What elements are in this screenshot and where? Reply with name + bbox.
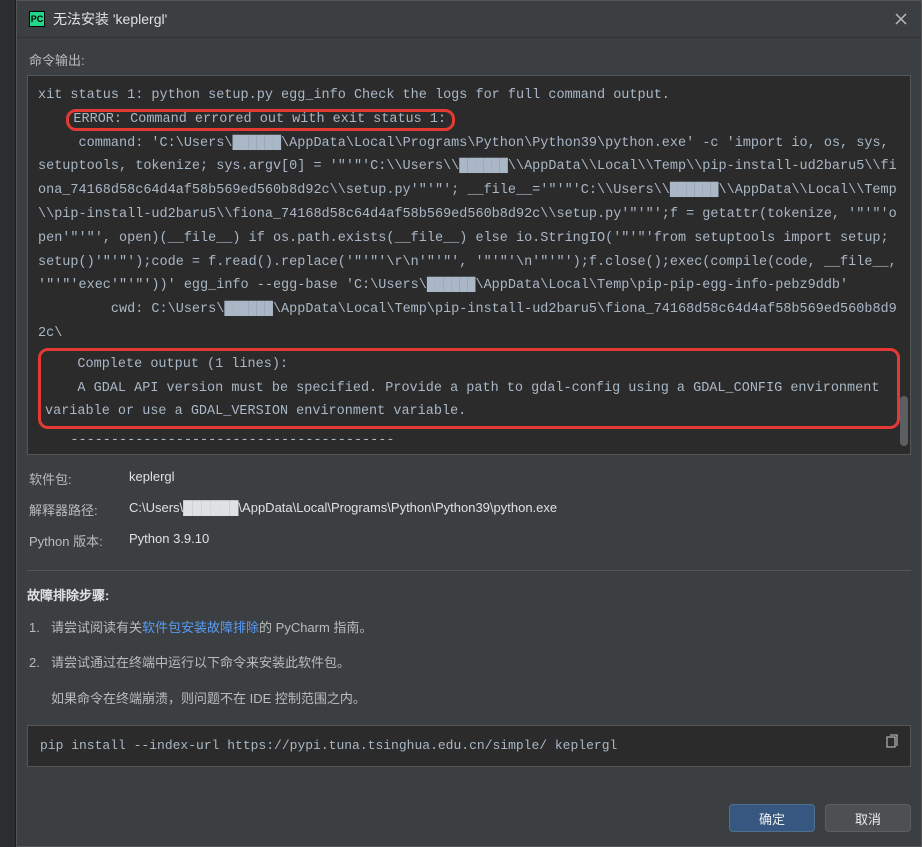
gdal-error-highlight: Complete output (1 lines): A GDAL API ve… [38, 348, 900, 429]
troubleshoot-step-2-note: 如果命令在终端崩溃，则问题不在 IDE 控制范围之内。 [27, 688, 911, 707]
command-output-box[interactable]: xit status 1: python setup.py egg_info C… [27, 75, 911, 455]
cancel-button[interactable]: 取消 [825, 804, 911, 832]
copy-icon[interactable] [884, 734, 900, 754]
package-info: 软件包: keplergl 解释器路径: C:\Users\██████\App… [27, 469, 911, 562]
titlebar: PC 无法安装 'keplergl' [17, 1, 921, 38]
error-highlight: ERROR: Command errored out with exit sta… [66, 109, 455, 131]
troubleshoot-guide-link[interactable]: 软件包安装故障排除 [142, 620, 259, 635]
dialog-buttons: 确定 取消 [17, 788, 921, 846]
pip-command-box[interactable]: pip install --index-url https://pypi.tun… [27, 725, 911, 767]
pip-command-text: pip install --index-url https://pypi.tun… [40, 738, 617, 753]
step-number: 2. [29, 653, 51, 674]
output-line: xit status 1: python setup.py egg_info C… [38, 88, 670, 103]
scrollbar-thumb[interactable] [900, 396, 908, 446]
troubleshoot-step-1: 1.请尝试阅读有关软件包安装故障排除的 PyCharm 指南。 [27, 618, 911, 639]
pyversion-value: Python 3.9.10 [129, 531, 209, 550]
ok-button[interactable]: 确定 [729, 804, 815, 832]
package-value: keplergl [129, 469, 175, 488]
pycharm-icon: PC [29, 11, 45, 27]
install-error-dialog: PC 无法安装 'keplergl' 命令输出: xit status 1: p… [16, 0, 922, 847]
output-cwd: cwd: C:\Users\██████\AppData\Local\Temp\… [38, 302, 897, 341]
interpreter-label: 解释器路径: [29, 500, 129, 519]
step-number: 1. [29, 618, 51, 639]
close-icon[interactable] [893, 11, 909, 27]
divider [27, 570, 911, 571]
ide-left-gutter [0, 0, 16, 847]
dialog-content: 命令输出: xit status 1: python setup.py egg_… [17, 38, 921, 788]
output-command-block: command: 'C:\Users\██████\AppData\Local\… [38, 136, 905, 294]
pyversion-label: Python 版本: [29, 531, 129, 550]
package-label: 软件包: [29, 469, 129, 488]
troubleshoot-title: 故障排除步骤: [27, 585, 911, 604]
dialog-title: 无法安装 'keplergl' [53, 9, 885, 29]
output-dashes: ---------------------------------------- [38, 433, 394, 448]
troubleshoot-step-2: 2.请尝试通过在终端中运行以下命令来安装此软件包。 [27, 653, 911, 674]
interpreter-value: C:\Users\██████\AppData\Local\Programs\P… [129, 500, 557, 519]
command-output-label: 命令输出: [27, 50, 911, 69]
